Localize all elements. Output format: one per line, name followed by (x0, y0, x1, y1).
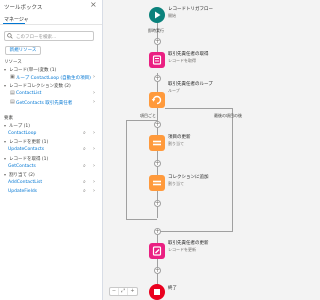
add-element-button[interactable]: + (154, 228, 161, 235)
after-last-connector (232, 108, 233, 232)
chevron-right-icon[interactable]: › (93, 91, 95, 96)
toolbox-panel: ツールボックス × マネージャ このフローを検索... 新規リソース リソース … (0, 0, 103, 300)
collection-icon: ▤ (10, 90, 15, 96)
zoom-controls: − ⤢ + (109, 287, 138, 296)
get-records-node[interactable] (149, 52, 165, 68)
search-icon[interactable]: ⌕ (83, 147, 86, 152)
record-icon: ▣ (10, 74, 15, 80)
loop-item[interactable]: ContactLoop (8, 131, 36, 136)
close-icon[interactable]: × (90, 0, 97, 10)
end-label: 終了 (168, 286, 177, 291)
chevron-right-icon[interactable]: › (93, 100, 95, 105)
after-last-connector (165, 108, 233, 109)
record-icon (152, 246, 162, 256)
add-element-button[interactable]: + (154, 267, 161, 274)
loop-back-connector (126, 120, 157, 121)
tree-collection-var[interactable]: ▾ レコードコレクション変数 (2) (4, 83, 71, 89)
update-records-sub: レコードを更新 (168, 247, 196, 252)
start-sub: 開始 (168, 13, 176, 18)
add-element-button[interactable]: + (154, 200, 161, 207)
end-node[interactable] (149, 284, 165, 300)
tree-record-var[interactable]: ▾ レコード(単一)変数 (1) (4, 67, 56, 73)
search-icon (7, 33, 13, 39)
assignment-icon (153, 180, 161, 186)
chevron-right-icon[interactable]: › (93, 189, 95, 194)
tab-manager[interactable]: マネージャ (4, 16, 29, 23)
section-elements: 要素 (4, 116, 13, 121)
flow-canvas[interactable]: レコードトリガフロー 開始 即時実行 + 取引先責任者の取得 レコードを取得 +… (104, 0, 243, 300)
after-last-connector (157, 231, 233, 232)
collection-item[interactable]: GetContacts 取引先責任者 (16, 100, 72, 106)
search-placeholder: このフローを検索... (16, 34, 57, 40)
loop-icon (151, 95, 162, 105)
assignment-sub: 割り当て (168, 141, 184, 146)
tree-loop[interactable]: ▾ ループ (1) (4, 123, 30, 129)
add-element-button[interactable]: + (154, 160, 161, 167)
loop-node[interactable] (149, 92, 165, 108)
assignment-node[interactable] (149, 175, 165, 191)
record-icon (152, 55, 162, 65)
toolbox-title: ツールボックス (4, 5, 43, 11)
zoom-out-button[interactable]: − (110, 288, 119, 295)
search-icon[interactable]: ⌕ (83, 131, 86, 136)
chevron-right-icon[interactable]: › (93, 147, 95, 152)
edge-after-last: 最後の項目の後 (214, 113, 242, 118)
section-resources: リソース (4, 60, 22, 65)
chevron-right-icon[interactable]: › (93, 131, 95, 136)
record-var-item[interactable]: ループ ContactLoop (自動生の項目) (16, 75, 91, 81)
assignment-sub: 割り当て (168, 181, 184, 186)
update-item[interactable]: UpdateContacts (8, 147, 44, 152)
chevron-right-icon[interactable]: › (93, 75, 95, 80)
collection-item[interactable]: ContactList (16, 91, 41, 96)
update-records-node[interactable] (149, 243, 165, 259)
search-icon[interactable]: ⌕ (83, 164, 86, 169)
add-element-button[interactable]: + (154, 38, 161, 45)
tree-get[interactable]: ▾ レコードを取得 (1) (4, 156, 48, 162)
assign-item[interactable]: AddContactList (8, 180, 42, 185)
get-item[interactable]: GetContacts (8, 164, 36, 169)
edge-for-each: 項目ごと (140, 113, 156, 118)
assignment-node[interactable] (149, 135, 165, 151)
assign-item[interactable]: UpdateFields (8, 189, 37, 194)
stop-icon (154, 289, 160, 295)
divider (0, 24, 102, 25)
start-node[interactable] (149, 7, 165, 23)
loop-back-connector (126, 219, 157, 220)
search-input[interactable]: このフローを検索... (4, 31, 94, 41)
edge-run-immediately: 即時実行 (148, 28, 164, 33)
add-element-button[interactable]: + (154, 75, 161, 82)
tree-assign[interactable]: ▾ 割り当て (2) (4, 172, 35, 178)
loop-sub: ループ (168, 88, 180, 93)
new-resource-button[interactable]: 新規リソース (5, 46, 41, 55)
chevron-right-icon[interactable]: › (93, 180, 95, 185)
fit-view-button[interactable]: ⤢ (119, 288, 128, 295)
get-records-sub: レコードを取得 (168, 58, 196, 63)
add-element-button[interactable]: + (154, 121, 161, 128)
zoom-in-button[interactable]: + (128, 288, 137, 295)
search-icon[interactable]: ⌕ (83, 180, 86, 185)
loop-back-connector (126, 120, 127, 220)
play-icon (155, 11, 161, 19)
tree-update[interactable]: ▾ レコードを更新 (1) (4, 139, 48, 145)
chevron-right-icon[interactable]: › (93, 164, 95, 169)
search-icon[interactable]: ⌕ (83, 189, 86, 194)
assignment-icon (153, 140, 161, 146)
collection-icon: ▤ (10, 99, 15, 105)
